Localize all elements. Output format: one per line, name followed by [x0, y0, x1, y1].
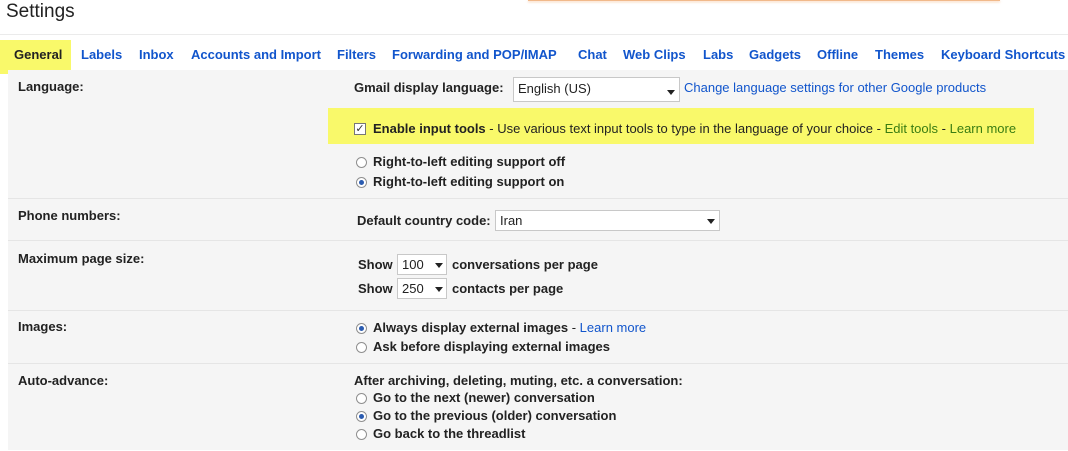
- tab-filters[interactable]: Filters: [337, 40, 376, 74]
- conversations-per-page-select[interactable]: 100: [397, 254, 447, 275]
- language-row: Language: Gmail display language: Englis…: [8, 70, 1068, 198]
- tab-forwarding-pop-imap[interactable]: Forwarding and POP/IMAP: [392, 40, 557, 74]
- tab-gadgets[interactable]: Gadgets: [749, 40, 801, 74]
- always-display-images-label: Always display external images: [373, 320, 569, 335]
- display-language-select[interactable]: English (US): [513, 77, 680, 102]
- always-display-images-line: Always display external images - Learn m…: [373, 320, 646, 335]
- page-size-label: Maximum page size:: [18, 251, 145, 266]
- tab-inbox[interactable]: Inbox: [139, 40, 174, 74]
- page-title: Settings: [6, 1, 75, 22]
- show-contacts-label: Show: [358, 281, 393, 296]
- chevron-down-icon: [435, 287, 443, 292]
- contacts-per-page-value: 250: [402, 281, 424, 296]
- rtl-on-label: Right-to-left editing support on: [373, 174, 565, 189]
- phone-numbers-row: Phone numbers: Default country code: Ira…: [8, 198, 1068, 241]
- display-language-label: Gmail display language:: [354, 80, 504, 95]
- conversations-per-page-label: conversations per page: [452, 257, 598, 272]
- images-label: Images:: [18, 319, 68, 334]
- contacts-per-page-select[interactable]: 250: [397, 278, 447, 299]
- next-conversation-radio[interactable]: [356, 393, 367, 404]
- previous-conversation-radio[interactable]: [356, 411, 367, 422]
- threadlist-radio[interactable]: [356, 429, 367, 440]
- tab-offline[interactable]: Offline: [817, 40, 858, 74]
- enable-input-tools-checkbox[interactable]: ✓: [354, 123, 366, 135]
- always-display-images-radio[interactable]: [356, 323, 367, 334]
- display-language-value: English (US): [518, 81, 591, 96]
- top-notification-strip: [528, 0, 1000, 1]
- contacts-per-page-label: contacts per page: [452, 281, 564, 296]
- show-conversations-label: Show: [358, 257, 393, 272]
- next-conversation-label: Go to the next (newer) conversation: [373, 390, 595, 405]
- ask-before-displaying-radio[interactable]: [356, 342, 367, 353]
- settings-tabs: General Labels Inbox Accounts and Import…: [0, 40, 1068, 74]
- tab-chat[interactable]: Chat: [578, 40, 607, 74]
- auto-advance-row: Auto-advance: After archiving, deleting,…: [8, 363, 1068, 451]
- tab-labels[interactable]: Labels: [81, 40, 122, 74]
- input-tools-learn-more-link[interactable]: Learn more: [950, 121, 1016, 136]
- country-code-label: Default country code:: [357, 213, 491, 228]
- rtl-off-label: Right-to-left editing support off: [373, 154, 566, 169]
- change-language-link[interactable]: Change language settings for other Googl…: [684, 80, 986, 95]
- images-row: Images: Always display external images -…: [8, 310, 1068, 364]
- language-label: Language:: [18, 79, 84, 94]
- country-code-select[interactable]: Iran: [495, 210, 720, 231]
- tab-general[interactable]: General: [0, 40, 72, 74]
- rtl-off-radio[interactable]: [356, 157, 367, 168]
- country-code-value: Iran: [500, 213, 523, 228]
- title-divider: [0, 34, 1068, 35]
- phone-numbers-label: Phone numbers:: [18, 208, 121, 223]
- tab-themes[interactable]: Themes: [875, 40, 924, 74]
- enable-input-tools-label: Enable input tools: [373, 121, 486, 136]
- chevron-down-icon: [707, 219, 715, 224]
- tab-web-clips[interactable]: Web Clips: [623, 40, 686, 74]
- checkmark-icon: ✓: [355, 123, 365, 135]
- tab-labs[interactable]: Labs: [703, 40, 733, 74]
- auto-advance-intro: After archiving, deleting, muting, etc. …: [354, 373, 683, 388]
- tab-accounts-and-import[interactable]: Accounts and Import: [191, 40, 321, 74]
- threadlist-label: Go back to the threadlist: [373, 426, 526, 441]
- ask-before-displaying-label: Ask before displaying external images: [373, 339, 610, 354]
- auto-advance-label: Auto-advance:: [18, 373, 109, 388]
- images-learn-more-link[interactable]: Learn more: [580, 320, 646, 335]
- chevron-down-icon: [667, 90, 675, 95]
- separator: -: [568, 320, 580, 335]
- separator: -: [938, 121, 950, 136]
- settings-content: Language: Gmail display language: Englis…: [8, 70, 1068, 450]
- input-tools-line: Enable input tools - Use various text in…: [373, 121, 1016, 136]
- rtl-on-radio[interactable]: [356, 177, 367, 188]
- page-size-row: Maximum page size: Show 100 conversation…: [8, 240, 1068, 311]
- input-tools-description: - Use various text input tools to type i…: [485, 121, 885, 136]
- tab-keyboard-shortcuts[interactable]: Keyboard Shortcuts: [941, 40, 1065, 74]
- previous-conversation-label: Go to the previous (older) conversation: [373, 408, 617, 423]
- edit-tools-link[interactable]: Edit tools: [885, 121, 938, 136]
- chevron-down-icon: [435, 263, 443, 268]
- conversations-per-page-value: 100: [402, 257, 424, 272]
